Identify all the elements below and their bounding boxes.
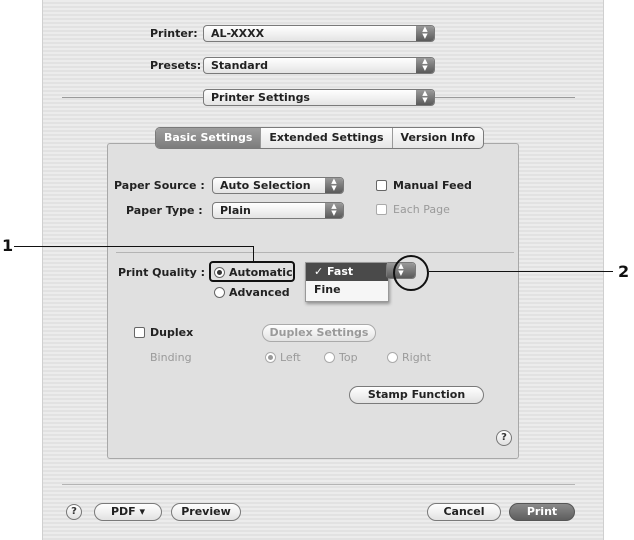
binding-label: Binding	[150, 351, 192, 364]
callout-1-line	[14, 246, 254, 247]
bottom-separator	[62, 484, 575, 485]
paper-type-label: Paper Type :	[126, 204, 203, 217]
each-page-checkbox[interactable]	[376, 204, 387, 215]
panel-value: Printer Settings	[211, 91, 310, 104]
presets-popup[interactable]: Standard ▲ ▼	[203, 57, 435, 74]
paper-source-popup[interactable]: Auto Selection ▲ ▼	[212, 177, 344, 194]
popup-arrows-icon: ▲ ▼	[325, 178, 343, 193]
separator-right	[435, 97, 575, 98]
callout-1-highlight	[209, 261, 295, 282]
binding-top-label: Top	[339, 351, 358, 364]
duplex-settings-button[interactable]: Duplex Settings	[262, 324, 376, 342]
printer-label: Printer:	[150, 27, 198, 40]
panel-popup[interactable]: Printer Settings ▲ ▼	[203, 89, 435, 106]
menu-item-fast[interactable]: ✓ Fast	[306, 263, 388, 281]
duplex-checkbox[interactable]	[134, 327, 145, 338]
bottom-help-button[interactable]: ?	[66, 504, 82, 520]
callout-1-drop	[253, 246, 254, 262]
callout-1-number: 1	[2, 236, 14, 255]
binding-right-radio[interactable]	[387, 352, 398, 363]
presets-label: Presets:	[150, 59, 202, 72]
paper-source-label: Paper Source :	[114, 179, 205, 192]
binding-left-radio[interactable]	[265, 352, 276, 363]
paper-type-popup[interactable]: Plain ▲ ▼	[212, 202, 344, 219]
popup-arrows-icon: ▲ ▼	[416, 26, 434, 41]
binding-top-radio[interactable]	[324, 352, 335, 363]
separator-left	[62, 97, 204, 98]
popup-arrows-icon: ▲ ▼	[416, 58, 434, 73]
tab-basic-settings[interactable]: Basic Settings	[156, 128, 262, 148]
presets-value: Standard	[211, 59, 269, 72]
stamp-function-button[interactable]: Stamp Function	[349, 386, 484, 404]
printer-value: AL-XXXX	[211, 27, 265, 40]
callout-2-ring	[393, 255, 429, 291]
each-page-label: Each Page	[393, 203, 450, 216]
preview-button[interactable]: Preview	[171, 503, 241, 521]
popup-arrows-icon: ▲ ▼	[416, 90, 434, 105]
pane-separator	[116, 252, 514, 253]
advanced-radio[interactable]	[214, 287, 225, 298]
callout-2-number: 2	[618, 262, 630, 281]
print-button[interactable]: Print	[509, 503, 575, 521]
paper-source-value: Auto Selection	[220, 179, 311, 192]
quality-popup-menu: ✓ Fast Fine	[305, 262, 389, 302]
cancel-button[interactable]: Cancel	[427, 503, 501, 521]
popup-arrows-icon: ▲ ▼	[325, 203, 343, 218]
printer-popup[interactable]: AL-XXXX ▲ ▼	[203, 25, 435, 42]
pdf-button[interactable]: PDF ▾	[94, 503, 162, 521]
callout-2-line	[429, 271, 613, 272]
advanced-label: Advanced	[229, 286, 290, 299]
binding-right-label: Right	[402, 351, 431, 364]
binding-left-label: Left	[280, 351, 301, 364]
duplex-label: Duplex	[150, 326, 194, 339]
print-quality-label: Print Quality :	[118, 266, 205, 279]
paper-type-value: Plain	[220, 204, 251, 217]
menu-item-fine[interactable]: Fine	[306, 281, 388, 299]
manual-feed-label: Manual Feed	[393, 179, 472, 192]
tab-version-info[interactable]: Version Info	[393, 128, 484, 148]
manual-feed-checkbox[interactable]	[376, 180, 387, 191]
pane-help-button[interactable]: ?	[496, 430, 512, 446]
tab-bar: Basic Settings Extended Settings Version…	[155, 127, 485, 149]
tab-extended-settings[interactable]: Extended Settings	[261, 128, 393, 148]
